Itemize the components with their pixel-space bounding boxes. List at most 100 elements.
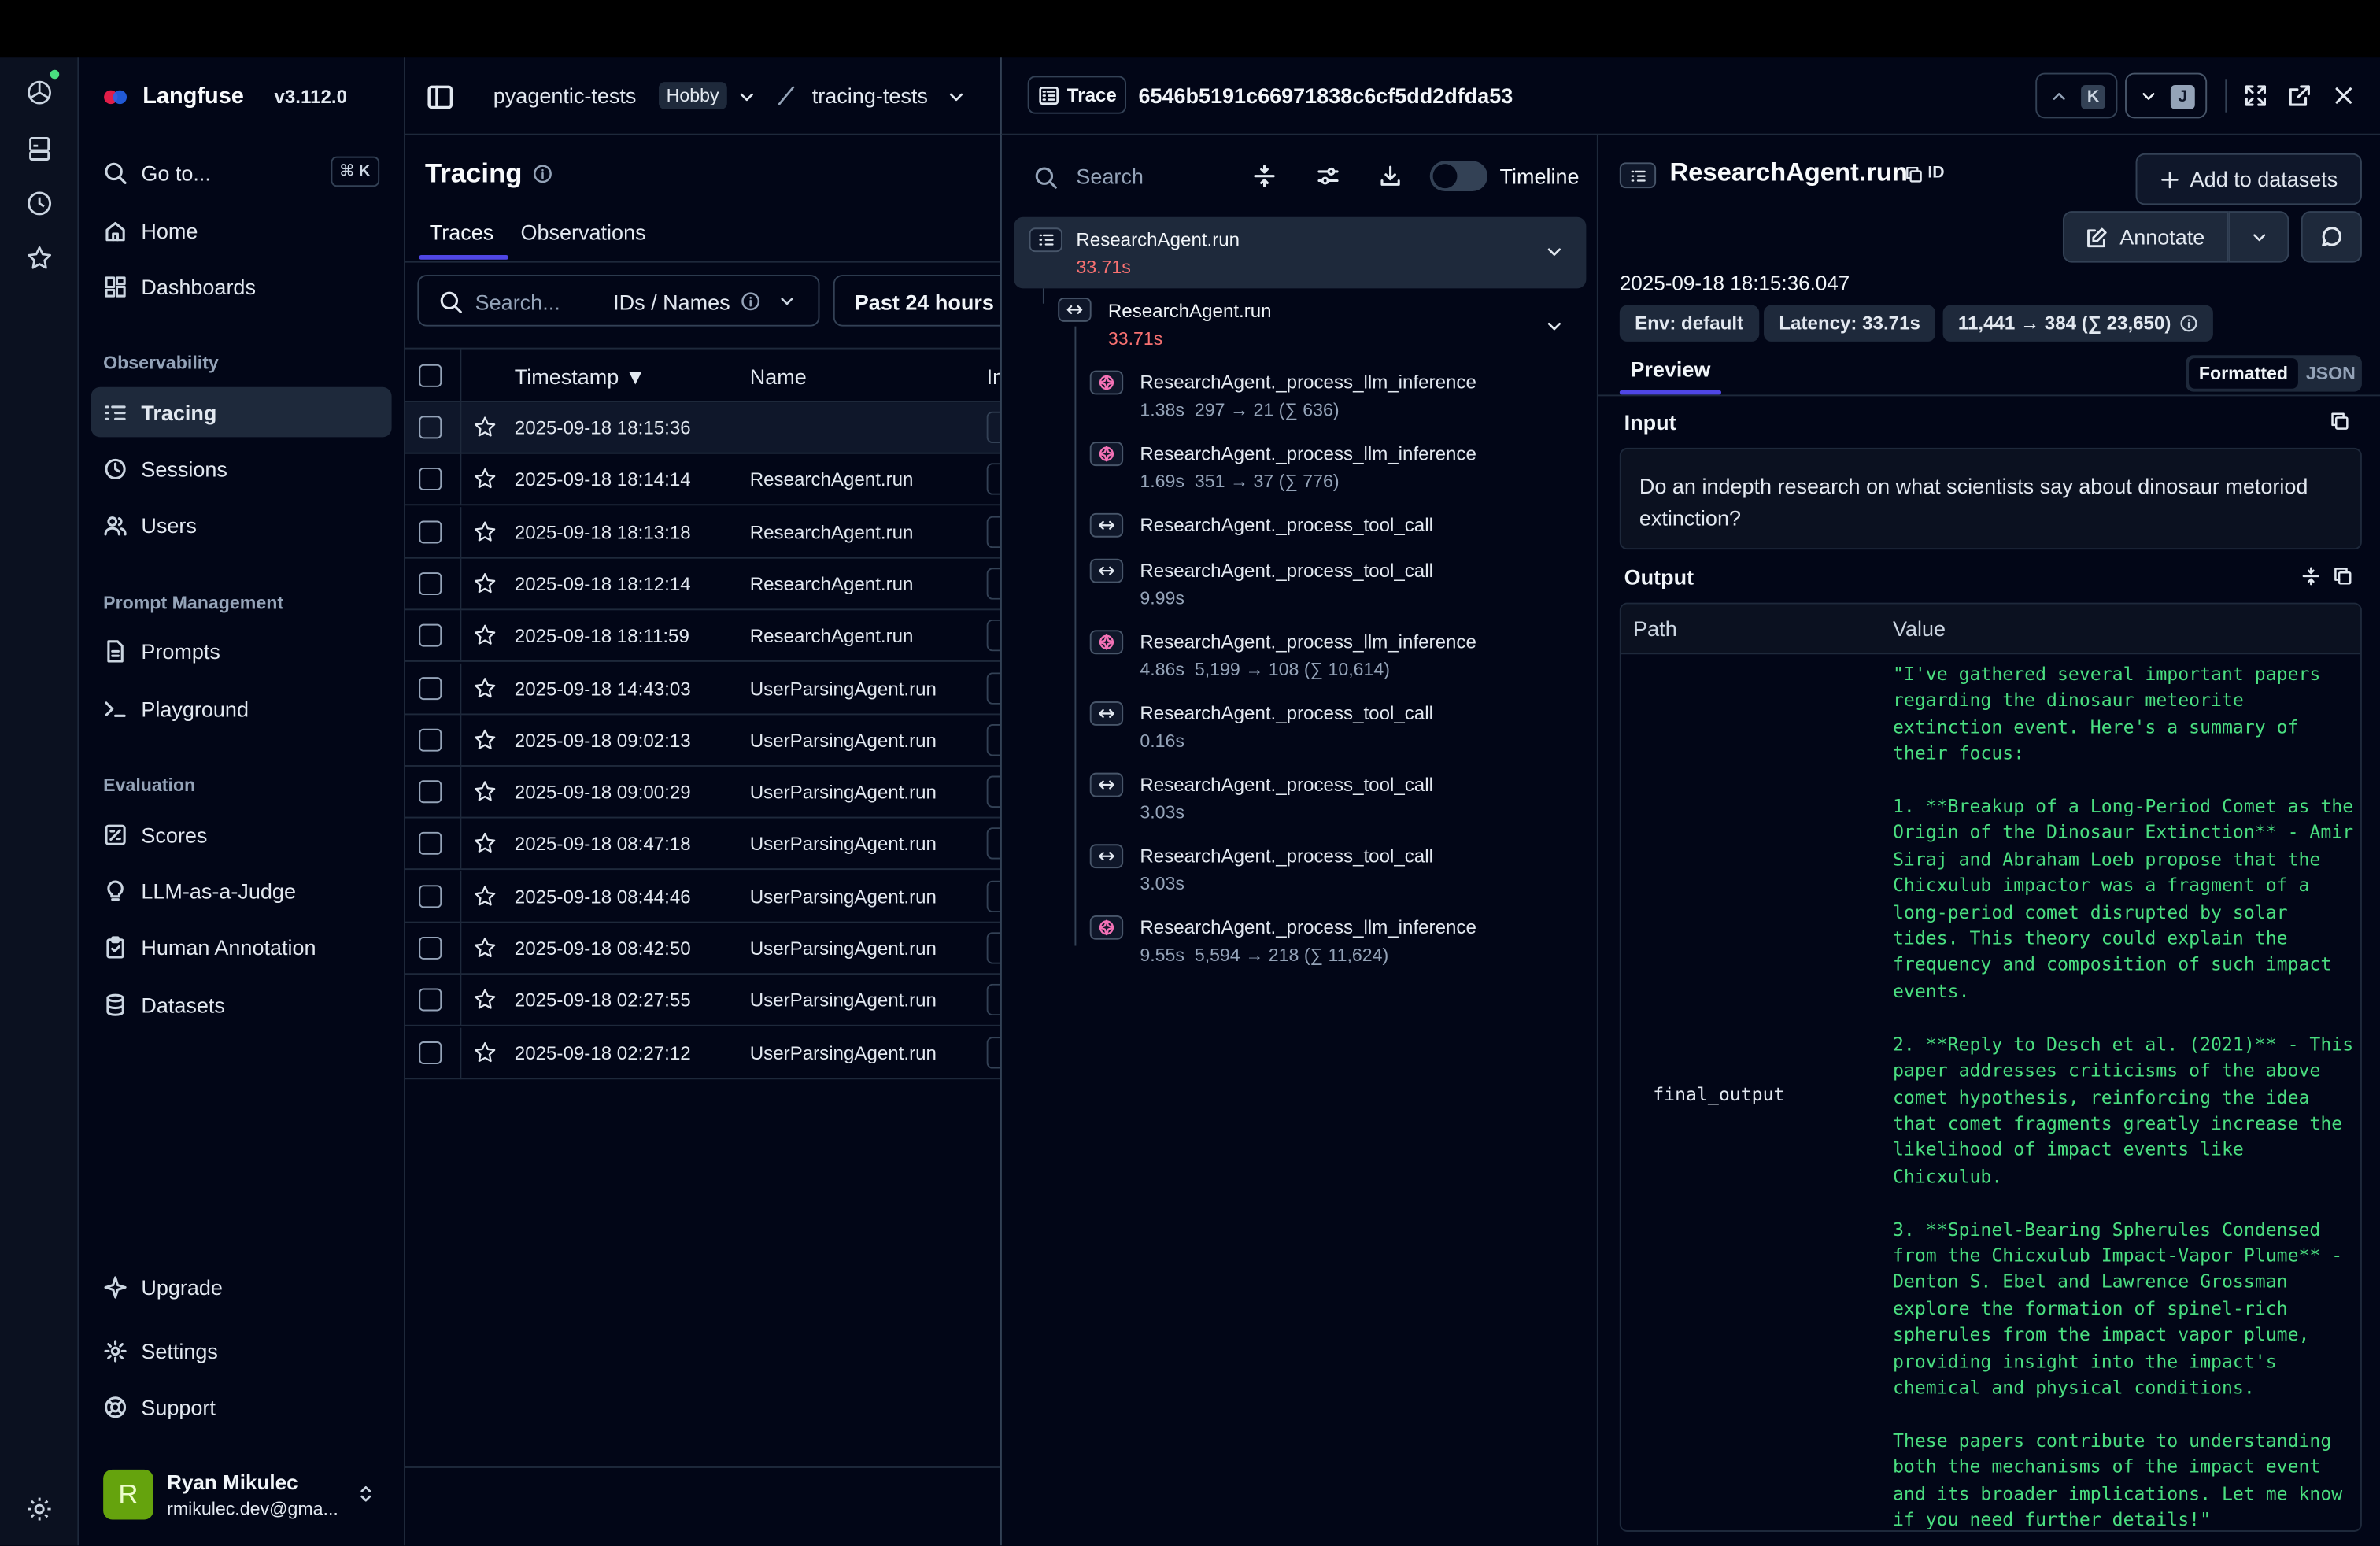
info-icon[interactable] <box>533 164 552 183</box>
row-checkbox[interactable] <box>419 468 442 491</box>
table-row[interactable]: 2025-09-18 08:47:18 UserParsingAgent.run <box>405 819 1000 871</box>
copy-icon[interactable] <box>2330 412 2349 431</box>
star-icon[interactable] <box>472 779 498 805</box>
star-icon[interactable] <box>472 727 498 753</box>
sidebar-item-scores[interactable]: Scores <box>91 809 392 860</box>
star-icon[interactable] <box>472 675 498 701</box>
star-icon[interactable] <box>472 831 498 857</box>
json-option[interactable]: JSON <box>2303 358 2359 389</box>
sidebar-item-support[interactable]: Support <box>91 1381 392 1432</box>
sidebar-item-sessions[interactable]: Sessions <box>91 443 392 494</box>
row-checkbox[interactable] <box>419 884 442 908</box>
star-icon[interactable] <box>472 571 498 597</box>
sliders-icon[interactable] <box>1316 164 1340 188</box>
tree-child-node[interactable]: ResearchAgent._process_tool_call 0.16s <box>1089 698 1576 759</box>
previous-trace-button[interactable]: K <box>2035 72 2118 119</box>
star-icon[interactable] <box>472 467 498 493</box>
copy-icon[interactable] <box>2333 566 2352 586</box>
table-row[interactable]: 2025-09-18 18:15:36 <box>405 402 1000 454</box>
row-checkbox[interactable] <box>419 1041 442 1064</box>
star-icon[interactable] <box>472 623 498 649</box>
breadcrumb-project[interactable]: tracing-tests <box>812 83 928 108</box>
star-icon[interactable] <box>472 883 498 909</box>
clock-icon[interactable] <box>24 188 55 219</box>
star-icon[interactable] <box>472 935 498 961</box>
goto-command[interactable]: Go to... ⌘ K <box>91 147 392 198</box>
row-checkbox[interactable] <box>419 624 442 647</box>
download-icon[interactable] <box>1378 164 1402 188</box>
next-trace-button[interactable]: J <box>2125 72 2208 119</box>
tree-span-node[interactable]: ResearchAgent.run 33.71s <box>1058 291 1589 358</box>
tree-child-node[interactable]: ResearchAgent._process_tool_call 3.03s <box>1089 841 1576 901</box>
timeline-toggle[interactable] <box>1429 161 1488 192</box>
search-input[interactable]: Search... IDs / Names <box>417 275 820 327</box>
table-row[interactable]: 2025-09-18 18:14:14 ResearchAgent.run <box>405 454 1000 506</box>
select-all-checkbox[interactable] <box>419 364 442 387</box>
column-name[interactable]: Name <box>750 364 807 389</box>
chevron-down-icon[interactable] <box>1543 316 1565 337</box>
tree-child-node[interactable]: ResearchAgent._process_llm_inference 1.38… <box>1089 368 1576 428</box>
star-icon[interactable] <box>24 243 55 274</box>
tree-search-input[interactable]: Search <box>1076 164 1144 188</box>
comment-button[interactable] <box>2301 211 2362 263</box>
row-checkbox[interactable] <box>419 676 442 700</box>
external-link-icon[interactable] <box>2287 83 2312 108</box>
row-checkbox[interactable] <box>419 832 442 856</box>
tree-root-node[interactable]: ResearchAgent.run 33.71s <box>1014 216 1587 289</box>
row-checkbox[interactable] <box>419 520 442 543</box>
star-icon[interactable] <box>472 1039 498 1065</box>
collapse-icon[interactable] <box>2301 566 2321 586</box>
tab-observations[interactable]: Observations <box>521 220 646 245</box>
table-row[interactable]: 2025-09-18 18:12:14 ResearchAgent.run <box>405 558 1000 611</box>
gear-icon[interactable] <box>24 1494 55 1525</box>
star-icon[interactable] <box>472 415 498 441</box>
tree-child-node[interactable]: ResearchAgent._process_tool_call 3.03s <box>1089 770 1576 830</box>
tab-preview[interactable]: Preview <box>1630 357 1710 381</box>
row-checkbox[interactable] <box>419 989 442 1012</box>
table-row[interactable]: 2025-09-18 14:43:03 UserParsingAgent.run <box>405 662 1000 715</box>
table-row[interactable]: 2025-09-18 18:11:59 ResearchAgent.run <box>405 610 1000 663</box>
storage-icon[interactable] <box>24 134 55 165</box>
chevron-down-icon[interactable] <box>736 87 757 108</box>
sidebar-item-tracing[interactable]: Tracing <box>91 386 392 438</box>
column-timestamp[interactable]: Timestamp ▼ <box>515 364 646 389</box>
time-range-select[interactable]: Past 24 hours <box>833 275 1016 327</box>
sidebar-item-playground[interactable]: Playground <box>91 683 392 734</box>
sidebar-item-datasets[interactable]: Datasets <box>91 979 392 1030</box>
add-to-datasets-button[interactable]: Add to datasets <box>2135 153 2362 205</box>
table-row[interactable]: 2025-09-18 09:02:13 UserParsingAgent.run <box>405 714 1000 767</box>
collapse-icon[interactable] <box>1252 164 1277 188</box>
breadcrumb-org[interactable]: pyagentic-tests <box>493 83 637 108</box>
formatted-option[interactable]: Formatted <box>2189 358 2298 389</box>
close-icon[interactable] <box>2331 83 2356 108</box>
table-row[interactable]: 2025-09-18 18:13:18 ResearchAgent.run <box>405 506 1000 558</box>
row-checkbox[interactable] <box>419 416 442 439</box>
openai-icon[interactable] <box>24 69 60 108</box>
table-row[interactable]: 2025-09-18 02:27:12 UserParsingAgent.run <box>405 1026 1000 1079</box>
row-checkbox[interactable] <box>419 728 442 752</box>
info-icon[interactable] <box>2180 314 2198 332</box>
row-checkbox[interactable] <box>419 936 442 960</box>
star-icon[interactable] <box>472 519 498 545</box>
sidebar-item-settings[interactable]: Settings <box>91 1326 392 1376</box>
sidebar-item-prompts[interactable]: Prompts <box>91 626 392 676</box>
star-icon[interactable] <box>472 987 498 1013</box>
sidebar-item-home[interactable]: Home <box>91 205 392 255</box>
brand[interactable]: Langfuse v3.112.0 <box>103 83 347 109</box>
sidebar-item-human-annotation[interactable]: Human Annotation <box>91 922 392 972</box>
search-mode-select[interactable]: IDs / Names <box>613 290 730 314</box>
expand-icon[interactable] <box>2243 83 2267 108</box>
tree-child-node[interactable]: ResearchAgent._process_llm_inference 4.86… <box>1089 627 1576 688</box>
tree-child-node[interactable]: ResearchAgent._process_tool_call 9.99s <box>1089 556 1576 616</box>
tab-traces[interactable]: Traces <box>430 220 494 245</box>
sidebar-item-upgrade[interactable]: Upgrade <box>91 1262 392 1312</box>
tree-child-node[interactable]: ResearchAgent._process_llm_inference 1.69… <box>1089 438 1576 499</box>
table-row[interactable]: 2025-09-18 02:27:55 UserParsingAgent.run <box>405 975 1000 1027</box>
user-menu[interactable]: R Ryan Mikulec rmikulec.dev@gma... <box>91 1462 392 1529</box>
tree-child-node[interactable]: ResearchAgent._process_llm_inference 9.55… <box>1089 912 1576 973</box>
sidebar-item-users[interactable]: Users <box>91 500 392 550</box>
table-row[interactable]: 2025-09-18 08:42:50 UserParsingAgent.run <box>405 923 1000 975</box>
annotate-button[interactable]: Annotate <box>2062 211 2229 263</box>
chevron-down-icon[interactable] <box>946 87 967 108</box>
table-row[interactable]: 2025-09-18 09:00:29 UserParsingAgent.run <box>405 767 1000 819</box>
